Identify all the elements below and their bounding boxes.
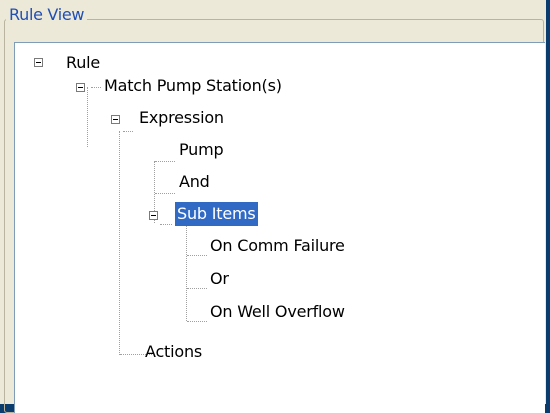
rule-tree[interactable]: Rule Match Pump Station(s) Expression Pu… [14, 42, 545, 413]
collapse-icon[interactable] [76, 83, 85, 92]
tree-item-label: Rule [66, 53, 101, 72]
collapse-icon[interactable] [149, 211, 158, 220]
collapse-icon[interactable] [111, 115, 120, 124]
tree-item-label: On Comm Failure [210, 236, 345, 255]
tree-item-label: Actions [145, 342, 203, 361]
tree-item-label: Pump [179, 140, 224, 159]
tree-item-label: And [179, 172, 210, 191]
group-title: Rule View [6, 4, 88, 26]
tree-item-label: Sub Items [175, 202, 258, 226]
tree-item-label: On Well Overflow [210, 302, 345, 321]
tree-item-label: Expression [139, 108, 224, 127]
tree-item-label: Match Pump Station(s) [104, 76, 282, 95]
collapse-icon[interactable] [34, 58, 43, 67]
rule-view-panel: Rule View Rule Match Pump Station(s) Exp… [0, 0, 546, 413]
tree-item-label: Or [210, 269, 229, 288]
